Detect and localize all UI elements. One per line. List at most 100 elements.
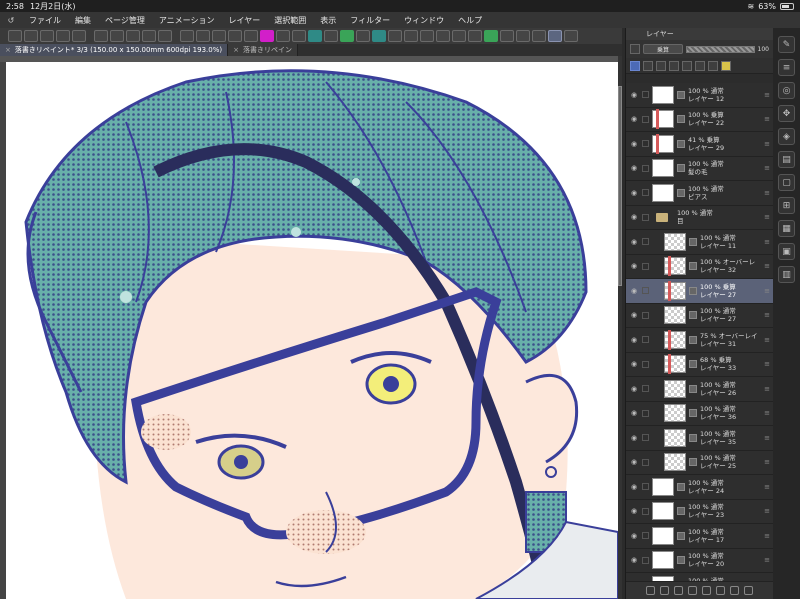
copy-icon[interactable] (126, 30, 140, 42)
shortcut-icon[interactable] (468, 30, 482, 42)
layer-row[interactable]: ◉ 41 % 乗算 レイヤー 29 ≡ (626, 132, 774, 157)
layer-edit-toggle[interactable] (642, 213, 649, 221)
layer-menu-icon[interactable]: ≡ (764, 532, 770, 540)
visibility-eye-icon[interactable]: ◉ (629, 213, 639, 221)
visibility-eye-icon[interactable]: ◉ (629, 189, 639, 197)
layer-row[interactable]: ◉ 100 % 通常 レイヤー 24 ≡ (626, 475, 774, 500)
visibility-eye-icon[interactable]: ◉ (629, 140, 639, 148)
layer-menu-icon[interactable]: ≡ (764, 458, 770, 466)
text-icon[interactable] (436, 30, 450, 42)
layer-edit-toggle[interactable] (642, 532, 649, 540)
new-icon[interactable] (8, 30, 22, 42)
expand-selection-icon[interactable] (228, 30, 242, 42)
layer-menu-icon[interactable]: ≡ (764, 91, 770, 99)
menu-edit[interactable]: 編集 (68, 15, 98, 26)
ruler-icon[interactable] (708, 60, 718, 71)
menu-selection[interactable]: 選択範囲 (267, 15, 313, 26)
clear-icon[interactable] (94, 30, 108, 42)
layer-row[interactable]: ◉ 100 % 通常 レイヤー 23 ≡ (626, 499, 774, 524)
menu-view[interactable]: 表示 (313, 15, 343, 26)
invert-selection-icon[interactable] (212, 30, 226, 42)
layer-menu-icon[interactable]: ≡ (764, 556, 770, 564)
grid-icon[interactable] (276, 30, 290, 42)
menu-page[interactable]: ページ管理 (98, 15, 152, 26)
material-icon[interactable] (516, 30, 530, 42)
cut-icon[interactable] (110, 30, 124, 42)
layer-menu-icon[interactable]: ≡ (764, 164, 770, 172)
layer-menu-icon[interactable]: ≡ (764, 434, 770, 442)
opacity-slider[interactable] (686, 45, 755, 53)
merge-icon[interactable] (702, 586, 711, 595)
layer-row[interactable]: ◉ 100 % 通常 レイヤー 12 ≡ (626, 83, 774, 108)
layer-edit-toggle[interactable] (642, 238, 649, 246)
layer-row[interactable]: ◉ 75 % オーバーレイ レイヤー 31 ≡ (626, 328, 774, 353)
layer-menu-icon[interactable]: ≡ (764, 189, 770, 197)
history-icon[interactable] (532, 30, 546, 42)
gradient-map-icon[interactable] (308, 30, 322, 42)
sub-view-icon[interactable]: ▢ (778, 174, 795, 191)
save-icon[interactable] (40, 30, 54, 42)
menu-window[interactable]: ウィンドウ (397, 15, 451, 26)
draft-layer-icon[interactable] (656, 60, 666, 71)
material-panel-icon[interactable]: ▤ (778, 151, 795, 168)
visibility-eye-icon[interactable]: ◉ (629, 287, 639, 295)
lasso-icon[interactable] (388, 30, 402, 42)
menu-file[interactable]: ファイル (22, 15, 68, 26)
color-wheel-icon[interactable]: ◎ (778, 82, 795, 99)
visibility-eye-icon[interactable]: ◉ (629, 115, 639, 123)
visibility-eye-icon[interactable]: ◉ (629, 91, 639, 99)
item-bank-icon[interactable]: ▣ (778, 243, 795, 260)
visibility-eye-icon[interactable]: ◉ (629, 238, 639, 246)
layer-row[interactable]: ◉ 100 % オーバーレ レイヤー 32 ≡ (626, 254, 774, 279)
layer-edit-toggle[interactable] (642, 385, 649, 393)
layer-row[interactable]: ◉ 100 % 通常 レイヤー 11 ≡ (626, 230, 774, 255)
tab-document-2[interactable]: × 落書きリペイン (228, 44, 298, 56)
fill-icon[interactable] (340, 30, 354, 42)
menu-help[interactable]: ヘルプ (451, 15, 489, 26)
lock-icon[interactable] (669, 60, 679, 71)
edit-tool-icon[interactable] (484, 30, 498, 42)
tool-property-icon[interactable]: ≡ (778, 59, 795, 76)
layer-row[interactable]: ◉ 100 % 通常 ピアス ≡ (626, 181, 774, 206)
layer-row[interactable]: ◉ 100 % 通常 髪の毛 ≡ (626, 156, 774, 181)
layer-menu-icon[interactable]: ≡ (764, 360, 770, 368)
layer-menu-icon[interactable]: ≡ (764, 115, 770, 123)
pen-settings-icon[interactable] (564, 30, 578, 42)
layer-edit-toggle[interactable] (642, 262, 649, 270)
layer-row[interactable]: ◉ 100 % 通常 レイヤー 36 ≡ (626, 401, 774, 426)
visibility-eye-icon[interactable]: ◉ (629, 385, 639, 393)
apply-mask-icon[interactable] (730, 586, 739, 595)
layer-menu-icon[interactable]: ≡ (764, 287, 770, 295)
layer-menu-icon[interactable]: ≡ (764, 483, 770, 491)
tone-icon[interactable] (356, 30, 370, 42)
visibility-eye-icon[interactable]: ◉ (629, 532, 639, 540)
visibility-eye-icon[interactable]: ◉ (629, 556, 639, 564)
undo-icon[interactable] (56, 30, 70, 42)
history-panel-icon[interactable]: ⊞ (778, 197, 795, 214)
menu-layer[interactable]: レイヤー (222, 15, 268, 26)
layer-edit-toggle[interactable] (642, 287, 649, 295)
layer-edit-toggle[interactable] (642, 311, 649, 319)
visibility-eye-icon[interactable]: ◉ (629, 262, 639, 270)
visibility-eye-icon[interactable]: ◉ (629, 458, 639, 466)
layer-menu-icon[interactable]: ≡ (764, 507, 770, 515)
menu-filter[interactable]: フィルター (343, 15, 397, 26)
tab-active-document[interactable]: × 落書きリペイント* 3/3 (150.00 x 150.00mm 600dp… (0, 44, 229, 56)
reference-icon[interactable] (452, 30, 466, 42)
layer-row[interactable]: ◉ 100 % 通常 レイヤー 17 ≡ (626, 524, 774, 549)
layer-menu-icon[interactable]: ≡ (764, 311, 770, 319)
active-tool-icon[interactable] (548, 30, 562, 42)
layer-menu-icon[interactable]: ≡ (764, 238, 770, 246)
layer-edit-toggle[interactable] (642, 483, 649, 491)
layer-menu-icon[interactable]: ≡ (764, 385, 770, 393)
close-icon[interactable]: × (233, 46, 239, 54)
paste-icon[interactable] (142, 30, 156, 42)
layer-row[interactable]: ◉ 100 % 乗算 レイヤー 27 ≡ (626, 279, 774, 304)
layer-menu-icon[interactable]: ≡ (764, 336, 770, 344)
visibility-eye-icon[interactable]: ◉ (629, 434, 639, 442)
drawing-canvas[interactable] (6, 62, 618, 599)
layer-row[interactable]: ◉ 100 % 通常 レイヤー 26 ≡ (626, 377, 774, 402)
layer-edit-toggle[interactable] (642, 409, 649, 417)
opacity-value[interactable]: 100 (758, 46, 769, 53)
new-raster-layer-icon[interactable] (646, 586, 655, 595)
